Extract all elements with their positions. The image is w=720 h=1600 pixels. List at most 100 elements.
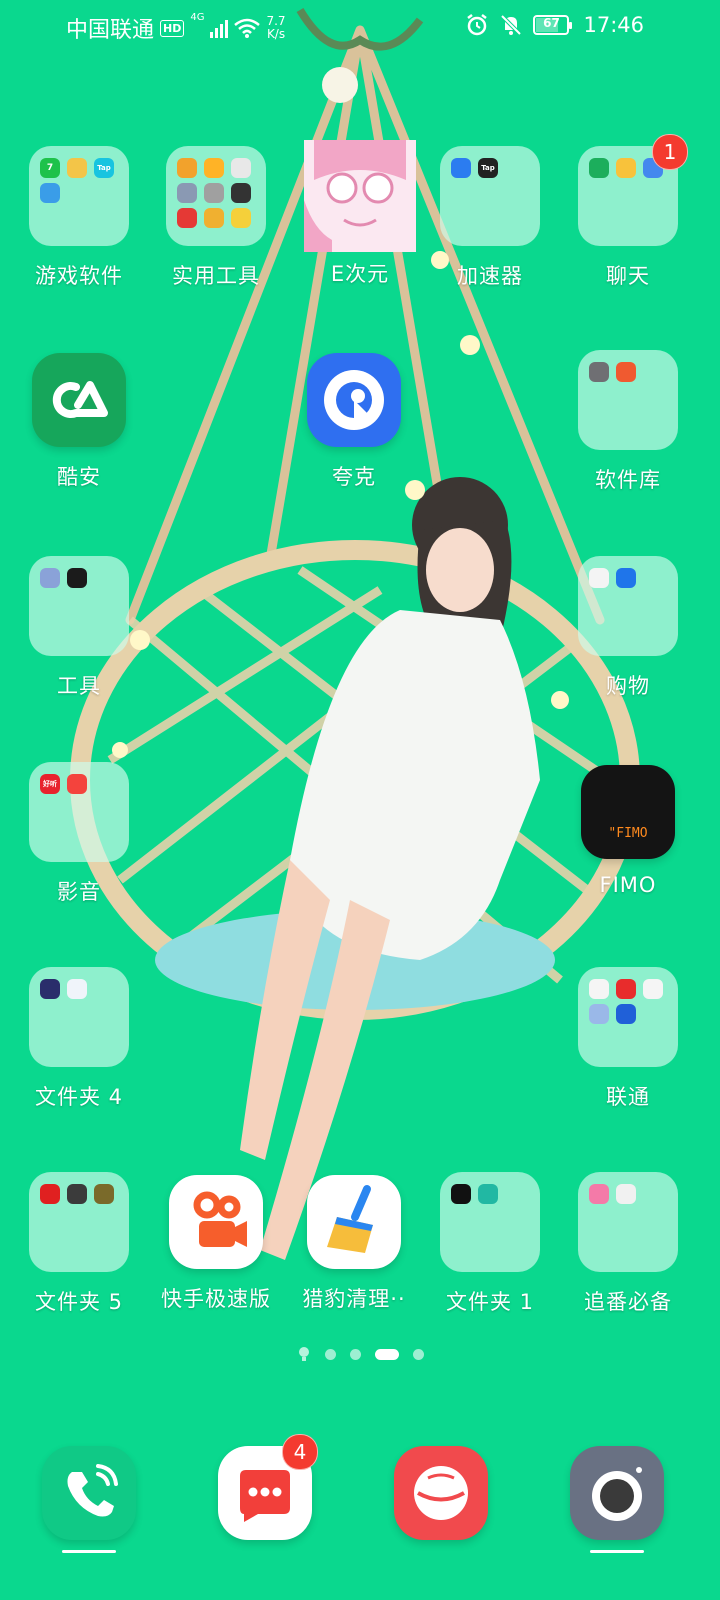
app-location-icon [231, 183, 251, 203]
app-label: 文件夹 4 [34, 1085, 124, 1109]
app-unicom-icon [643, 979, 663, 999]
page-indicator[interactable] [0, 1346, 720, 1362]
app-shazam-icon [67, 568, 87, 588]
app-cheetah-cleaner[interactable]: 猎豹清理·· [286, 1172, 422, 1313]
messages-icon: 4 [218, 1434, 318, 1540]
app-red-flower-icon [616, 979, 636, 999]
broom-icon [307, 1175, 401, 1269]
app-gamebox-icon [451, 158, 471, 178]
dock-phone[interactable] [21, 1443, 157, 1553]
app-e-ciyuan[interactable]: E次元 [292, 140, 428, 288]
app-chick-icon [67, 158, 87, 178]
clock: 17:46 [583, 13, 644, 37]
app-label: 加速器 [457, 264, 523, 288]
page-dot-current[interactable] [374, 1348, 399, 1360]
app-heart-icon [589, 568, 609, 588]
app-coolapk[interactable]: 酷安 [11, 350, 147, 491]
app-kuaishou-lite[interactable]: 快手极速版 [148, 1172, 284, 1313]
folder-4[interactable]: 文件夹 4 [11, 967, 147, 1111]
notification-badge: 4 [282, 1434, 318, 1470]
folder-icon [29, 1172, 129, 1272]
e-ciyuan-icon [304, 140, 416, 252]
app-quark[interactable]: 夸克 [286, 350, 422, 491]
folder-tools[interactable]: 工具 [11, 556, 147, 700]
folder-icon [578, 967, 678, 1067]
app-label: 实用工具 [172, 264, 260, 288]
app-label: 游戏软件 [35, 264, 123, 288]
app-red-mask-icon [40, 1184, 60, 1204]
folder-icon [578, 350, 678, 450]
dock-browser[interactable] [373, 1443, 509, 1543]
folder-1[interactable]: 文件夹 1 [422, 1172, 558, 1316]
speed-unit: K/s [266, 27, 286, 41]
page-dot[interactable] [412, 1348, 424, 1360]
hd-badge: HD [160, 19, 185, 37]
folder-icon [440, 1172, 540, 1272]
folder-game-software[interactable]: 7 Tap 游戏软件 [11, 146, 147, 290]
page-dot[interactable] [324, 1348, 336, 1360]
fimo-icon-text: "FIMO [608, 826, 648, 841]
browser-icon [394, 1446, 488, 1540]
folder-media[interactable]: 好听 影音 [11, 762, 147, 906]
battery-level: 67 [543, 16, 560, 30]
wifi-icon [234, 18, 261, 38]
app-mail-icon [616, 158, 636, 178]
folder-icon: 好听 [29, 762, 129, 862]
app-label: 影音 [57, 880, 101, 904]
app-label: E次元 [330, 262, 390, 286]
app-gamepad-icon [204, 183, 224, 203]
app-files-icon [177, 183, 197, 203]
folder-chat[interactable]: 1 聊天 [560, 134, 696, 290]
app-person-icon [177, 158, 197, 178]
app-game-icon [94, 1184, 114, 1204]
app-label: 文件夹 5 [34, 1290, 124, 1314]
speed-value: 7.7 [266, 14, 286, 28]
app-yellow-icon [231, 208, 251, 228]
app-teal-icon [478, 1184, 498, 1204]
fimo-icon: "FIMO [581, 765, 675, 859]
page-dot[interactable] [349, 1348, 361, 1360]
app-label: 快手极速版 [161, 1287, 271, 1311]
folder-accelerator[interactable]: Tap 加速器 [422, 146, 558, 290]
app-balloon-icon [451, 1184, 471, 1204]
folder-icon [29, 967, 129, 1067]
folder-5[interactable]: 文件夹 5 [11, 1172, 147, 1316]
app-label: 工具 [57, 674, 101, 698]
dock-camera[interactable] [549, 1443, 685, 1553]
kuaishou-icon [169, 1175, 263, 1269]
app-cat-icon [40, 568, 60, 588]
folder-utility-tools[interactable]: 实用工具 [148, 146, 284, 290]
coolapk-icon [32, 353, 126, 447]
app-panda-icon [67, 1184, 87, 1204]
app-metro-icon [589, 979, 609, 999]
app-photo-icon [589, 362, 609, 382]
signal-icon [210, 18, 229, 38]
dock-messages[interactable]: 4 [197, 1434, 333, 1543]
app-pink-icon [589, 1184, 609, 1204]
app-7-icon: 7 [40, 158, 60, 178]
folder-shopping[interactable]: 购物 [560, 556, 696, 700]
folder-anime-essentials[interactable]: 追番必备 [560, 1172, 696, 1316]
app-label: 夸克 [332, 465, 376, 489]
mute-icon [501, 14, 522, 36]
app-wave-icon [67, 979, 87, 999]
app-orange-icon [616, 362, 636, 382]
app-label: 酷安 [57, 465, 101, 489]
app-label: 聊天 [606, 264, 650, 288]
app-timer-icon [67, 774, 87, 794]
app-label: 文件夹 1 [445, 1290, 535, 1314]
app-calculator-icon [231, 158, 251, 178]
notification-badge: 1 [652, 134, 688, 170]
app-label: 联通 [606, 1085, 650, 1109]
app-dark-icon [40, 979, 60, 999]
carrier-name: 中国联通 [66, 18, 155, 43]
folder-software-library[interactable]: 软件库 [560, 350, 696, 494]
app-green-eye-icon [589, 158, 609, 178]
app-bird-icon [616, 568, 636, 588]
folder-icon [578, 1172, 678, 1272]
app-red-icon [177, 208, 197, 228]
folder-unicom[interactable]: 联通 [560, 967, 696, 1111]
app-fimo[interactable]: "FIMO FIMO [560, 762, 696, 897]
app-label: 追番必备 [584, 1290, 672, 1314]
folder-icon: Tap [440, 146, 540, 246]
